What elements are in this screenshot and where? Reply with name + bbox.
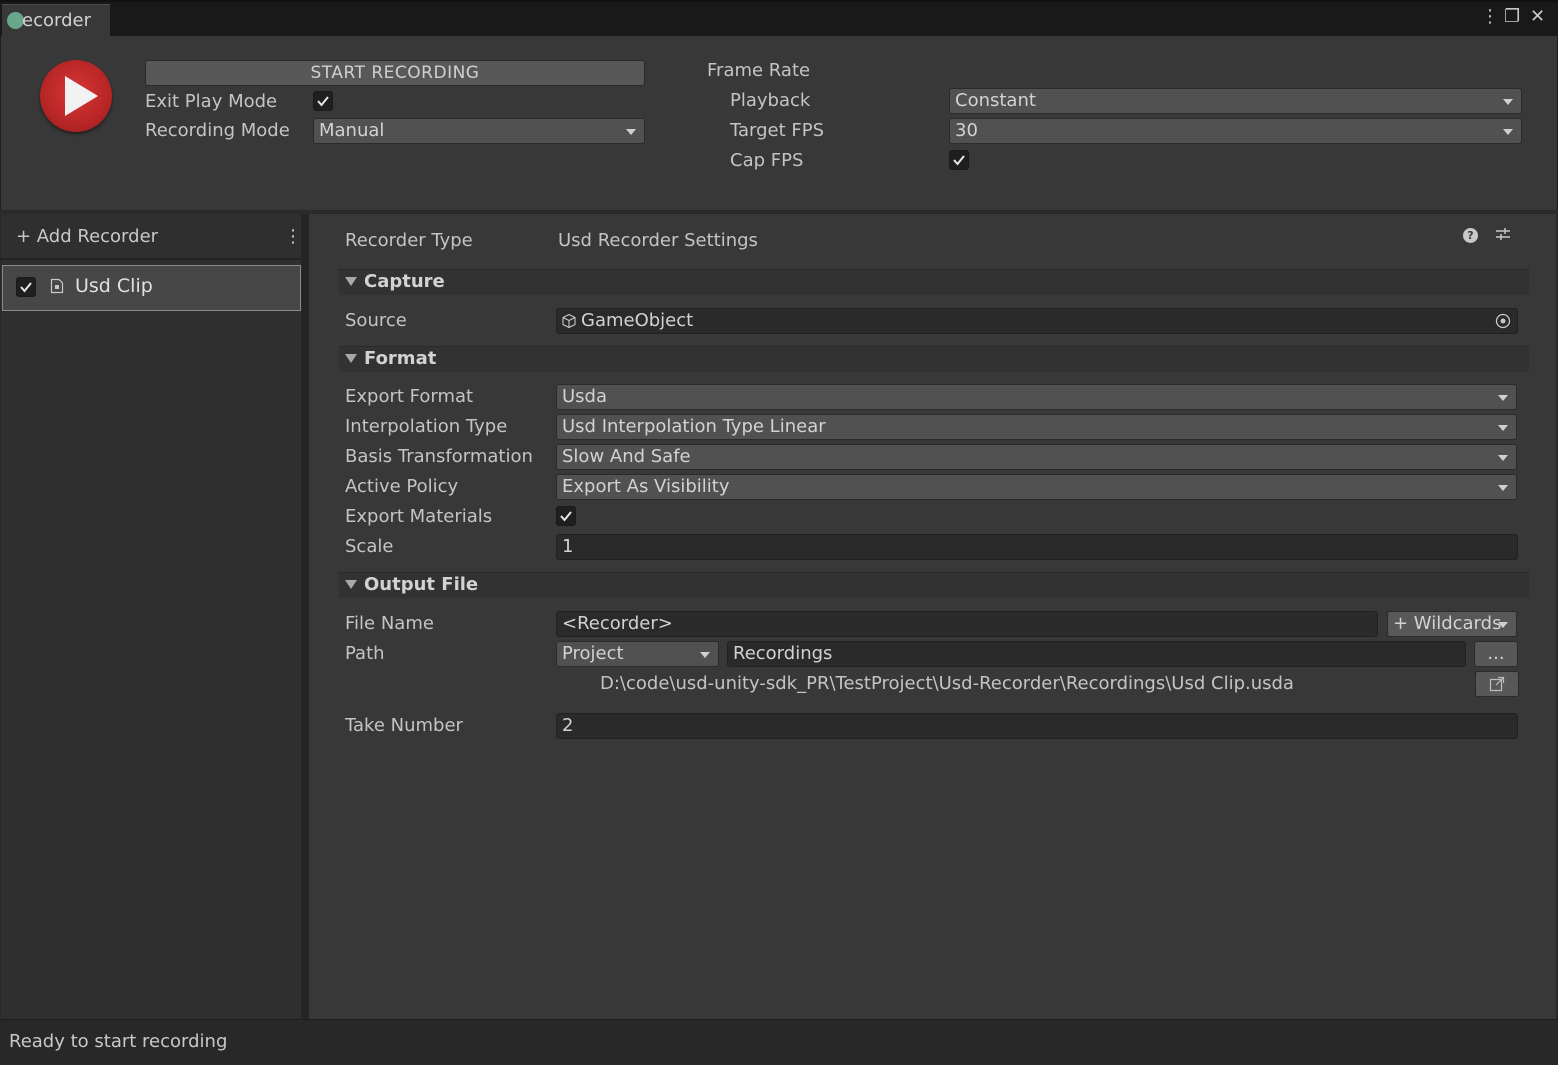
open-folder-button[interactable] <box>1475 671 1519 697</box>
status-text: Ready to start recording <box>9 1031 228 1052</box>
gameobject-icon <box>561 313 577 334</box>
scale-input[interactable]: 1 <box>556 534 1518 560</box>
recorder-item-label: Usd Clip <box>75 275 153 297</box>
foldout-triangle-icon <box>345 354 357 363</box>
recording-mode-dropdown[interactable]: Manual <box>313 118 645 144</box>
recorder-list-menu-icon[interactable]: ⋮ <box>284 226 302 247</box>
playback-value: Constant <box>955 90 1036 111</box>
checkmark-icon <box>20 282 32 293</box>
path-root-dropdown[interactable]: Project <box>556 641 719 667</box>
frame-rate-label: Frame Rate <box>707 60 811 81</box>
path-input[interactable]: Recordings <box>727 641 1466 667</box>
start-recording-button[interactable]: START RECORDING <box>145 60 645 86</box>
browse-button[interactable]: ... <box>1474 641 1518 667</box>
wildcards-button[interactable]: + Wildcards <box>1387 611 1517 637</box>
recorder-type-label: Recorder Type <box>345 230 473 251</box>
status-bar <box>0 1019 1558 1065</box>
full-output-path: D:\code\usd-unity-sdk_PR\TestProject\Usd… <box>600 673 1294 694</box>
add-recorder-button[interactable]: + Add Recorder <box>16 226 158 247</box>
chevron-down-icon <box>1498 425 1508 431</box>
interpolation-type-label: Interpolation Type <box>345 416 508 437</box>
title-bar <box>0 0 1558 36</box>
scale-label: Scale <box>345 536 394 557</box>
basis-transformation-value: Slow And Safe <box>562 446 691 467</box>
active-policy-dropdown[interactable]: Export As Visibility <box>556 474 1517 500</box>
chevron-down-icon <box>1498 622 1508 628</box>
output-file-section-header[interactable]: Output File <box>339 572 1529 598</box>
path-root-value: Project <box>562 643 624 664</box>
recorder-enabled-checkbox[interactable] <box>16 277 36 297</box>
export-format-dropdown[interactable]: Usda <box>556 384 1517 410</box>
foldout-triangle-icon <box>345 277 357 286</box>
export-materials-label: Export Materials <box>345 506 493 527</box>
recorder-list-panel <box>1 214 301 1019</box>
window-tab-title: ecorder <box>22 10 91 31</box>
capture-section-header[interactable]: Capture <box>339 269 1529 295</box>
cap-fps-checkbox[interactable] <box>949 150 969 170</box>
foldout-triangle-icon <box>345 580 357 589</box>
format-section-title: Format <box>364 348 437 369</box>
checkmark-icon <box>953 155 965 166</box>
path-label: Path <box>345 643 385 664</box>
recording-mode-value: Manual <box>319 120 385 141</box>
object-picker-icon[interactable] <box>1494 312 1512 335</box>
chevron-down-icon <box>1498 395 1508 401</box>
interpolation-type-value: Usd Interpolation Type Linear <box>562 416 826 437</box>
take-number-label: Take Number <box>345 715 463 736</box>
exit-play-mode-checkbox[interactable] <box>313 91 333 111</box>
panel-splitter[interactable] <box>301 214 309 1019</box>
cap-fps-label: Cap FPS <box>730 150 804 171</box>
playback-label: Playback <box>730 90 811 111</box>
recorder-type-value: Usd Recorder Settings <box>558 230 758 251</box>
basis-transformation-label: Basis Transformation <box>345 446 533 467</box>
open-external-icon <box>1489 676 1505 692</box>
exit-play-mode-label: Exit Play Mode <box>145 91 278 112</box>
active-policy-label: Active Policy <box>345 476 459 497</box>
checkmark-icon <box>560 511 572 522</box>
capture-section-title: Capture <box>364 271 445 292</box>
wildcards-label: + Wildcards <box>1393 613 1502 634</box>
close-icon[interactable]: ✕ <box>1530 6 1545 27</box>
file-name-label: File Name <box>345 613 434 634</box>
maximize-icon[interactable]: ❐ <box>1504 6 1520 27</box>
take-number-input[interactable]: 2 <box>556 713 1518 739</box>
checkmark-icon <box>317 96 329 107</box>
file-name-input[interactable]: <Recorder> <box>556 611 1378 637</box>
chevron-down-icon <box>700 652 710 658</box>
chevron-down-icon <box>1503 99 1513 105</box>
window-menu-icon[interactable]: ⋮ <box>1481 6 1499 27</box>
chevron-down-icon <box>1503 129 1513 135</box>
target-fps-label: Target FPS <box>730 120 825 141</box>
file-icon <box>50 278 64 299</box>
active-policy-value: Export As Visibility <box>562 476 730 497</box>
interpolation-type-dropdown[interactable]: Usd Interpolation Type Linear <box>556 414 1517 440</box>
export-format-value: Usda <box>562 386 608 407</box>
recording-mode-label: Recording Mode <box>145 120 290 141</box>
source-label: Source <box>345 310 407 331</box>
target-fps-dropdown[interactable]: 30 <box>949 118 1522 144</box>
target-fps-value: 30 <box>955 120 978 141</box>
export-format-label: Export Format <box>345 386 474 407</box>
help-icon[interactable]: ? <box>1463 228 1478 243</box>
output-file-section-title: Output File <box>364 574 479 595</box>
preset-icon[interactable] <box>1495 226 1511 247</box>
list-separator <box>1 258 301 260</box>
basis-transformation-dropdown[interactable]: Slow And Safe <box>556 444 1517 470</box>
chevron-down-icon <box>626 129 636 135</box>
playback-dropdown[interactable]: Constant <box>949 88 1522 114</box>
chevron-down-icon <box>1498 455 1508 461</box>
source-value: GameObject <box>581 310 694 331</box>
format-section-header[interactable]: Format <box>339 346 1529 372</box>
chevron-down-icon <box>1498 485 1508 491</box>
record-play-icon[interactable] <box>40 60 112 132</box>
source-object-field[interactable]: GameObject <box>556 308 1518 334</box>
export-materials-checkbox[interactable] <box>556 506 576 526</box>
